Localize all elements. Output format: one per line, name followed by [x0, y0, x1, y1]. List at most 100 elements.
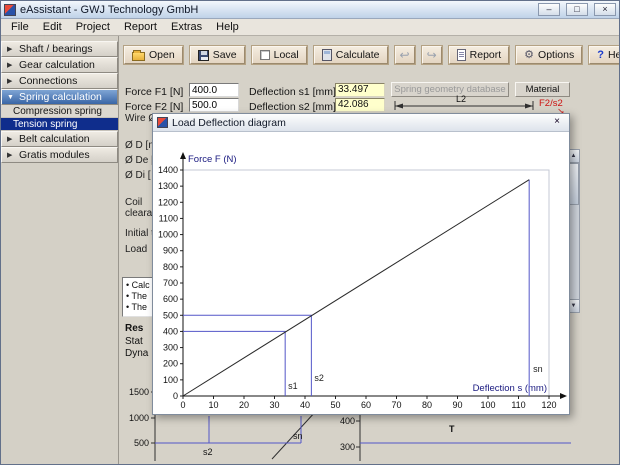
question-icon: ? — [597, 48, 604, 61]
svg-text:50: 50 — [330, 400, 340, 410]
save-label: Save — [212, 49, 237, 61]
sidebar-item-belt-calculation[interactable]: ▶ Belt calculation — [1, 131, 118, 147]
svg-text:110: 110 — [511, 400, 525, 410]
sidebar-item-label: Gratis modules — [19, 149, 90, 161]
tick-label: 1000 — [129, 413, 149, 423]
dialog-title: Load Deflection diagram — [172, 116, 286, 129]
svg-text:100: 100 — [163, 375, 178, 385]
app-window: eAssistant - GWJ Technology GmbH – □ × F… — [0, 0, 620, 465]
svg-text:600: 600 — [163, 294, 178, 304]
load-deflection-dialog: Load Deflection diagram × 0 10 20 30 40 50 60 7… — [152, 113, 570, 415]
force-f2-input[interactable] — [189, 98, 239, 112]
minimize-button[interactable]: – — [538, 3, 560, 16]
svg-text:90: 90 — [452, 400, 462, 410]
sidebar-item-label: Connections — [19, 75, 78, 87]
svg-text:400: 400 — [163, 326, 178, 336]
diskette-icon — [197, 49, 209, 61]
diameter-di-label: Ø Di [ — [125, 170, 151, 181]
s2-marker-label: s2 — [203, 447, 213, 457]
sidebar-item-gratis-modules[interactable]: ▶ Gratis modules — [1, 147, 118, 163]
sidebar-item-shaft-bearings[interactable]: ▶ Shaft / bearings — [1, 41, 118, 57]
menu-project[interactable]: Project — [69, 20, 117, 34]
svg-text:1300: 1300 — [158, 181, 178, 191]
svg-text:500: 500 — [163, 310, 178, 320]
svg-text:0: 0 — [180, 400, 185, 410]
svg-text:200: 200 — [163, 359, 178, 369]
menu-file[interactable]: File — [4, 20, 36, 34]
l2-label: L2 — [456, 94, 466, 104]
undo-button[interactable]: ↩ — [393, 45, 416, 65]
close-button[interactable]: × — [594, 3, 616, 16]
gear-icon: ⚙ — [524, 48, 535, 61]
dialog-title-bar[interactable]: Load Deflection diagram × — [153, 114, 569, 132]
initial-tension-label: Initial t — [125, 228, 154, 239]
expand-arrow-icon: ▶ — [7, 78, 13, 85]
redo-icon: ↪ — [426, 48, 437, 62]
maximize-button[interactable]: □ — [566, 3, 588, 16]
svg-text:s1: s1 — [288, 381, 298, 391]
menu-report[interactable]: Report — [117, 20, 164, 34]
sidebar-item-connections[interactable]: ▶ Connections — [1, 73, 118, 89]
collapse-arrow-icon: ▼ — [7, 93, 14, 101]
deflection-s1-label: Deflection s1 [mm] — [249, 86, 336, 98]
tick-label: 300 — [340, 442, 355, 452]
sidebar-item-label: Tension spring — [13, 118, 78, 130]
sidebar-item-spring-calculation[interactable]: ▼ Spring calculation — [1, 89, 118, 105]
report-label: Report — [469, 49, 502, 61]
svg-text:40: 40 — [300, 400, 310, 410]
menu-edit[interactable]: Edit — [36, 20, 69, 34]
calculate-label: Calculate — [335, 49, 380, 61]
force-f1-label: Force F1 [N] — [125, 86, 184, 98]
svg-text:60: 60 — [361, 400, 371, 410]
deflection-s2-output: 42.086 — [335, 98, 385, 112]
svg-text:30: 30 — [269, 400, 279, 410]
load-label: Load — [125, 244, 148, 255]
report-button[interactable]: Report — [447, 45, 511, 65]
force-f1-input[interactable] — [189, 83, 239, 97]
results-line-dynamic: Dyna — [125, 348, 149, 359]
help-label: Help — [607, 49, 619, 61]
deflection-s1-output: 33.497 — [335, 83, 385, 97]
window-title: eAssistant - GWJ Technology GmbH — [20, 3, 199, 16]
svg-text:1200: 1200 — [158, 197, 178, 207]
sidebar-item-gear-calculation[interactable]: ▶ Gear calculation — [1, 57, 118, 73]
results-line-static: Stat — [125, 336, 143, 347]
svg-text:700: 700 — [163, 278, 178, 288]
checkbox-icon[interactable] — [259, 50, 270, 60]
svg-text:900: 900 — [163, 246, 178, 256]
help-button[interactable]: ? Help — [588, 45, 619, 65]
app-icon — [4, 3, 16, 16]
svg-text:300: 300 — [163, 343, 178, 353]
menu-extras[interactable]: Extras — [164, 20, 209, 34]
svg-text:100: 100 — [480, 400, 495, 410]
sidebar-item-label: Compression spring — [13, 105, 102, 117]
sidebar-item-tension-spring[interactable]: Tension spring — [1, 118, 118, 131]
sidebar: ▶ Shaft / bearings ▶ Gear calculation ▶ … — [1, 36, 119, 464]
sidebar-item-label: Shaft / bearings — [19, 43, 93, 55]
svg-text:800: 800 — [163, 262, 178, 272]
title-bar[interactable]: eAssistant - GWJ Technology GmbH – □ × — [1, 1, 619, 19]
load-deflection-chart: 0 10 20 30 40 50 60 70 80 90 100 110 120010020030040… — [158, 152, 567, 410]
l2-dimension-line: L2 — [394, 94, 534, 110]
options-button[interactable]: ⚙ Options — [515, 45, 584, 65]
svg-text:20: 20 — [239, 400, 249, 410]
deflection-s2-label: Deflection s2 [mm] — [249, 101, 336, 113]
redo-button[interactable]: ↪ — [420, 45, 443, 65]
open-button[interactable]: Open — [123, 45, 184, 65]
svg-text:70: 70 — [391, 400, 401, 410]
calculate-button[interactable]: Calculate — [312, 45, 389, 65]
sidebar-item-label: Belt calculation — [19, 133, 90, 145]
save-button[interactable]: Save — [188, 45, 246, 65]
sidebar-item-label: Spring calculation — [19, 91, 102, 103]
expand-arrow-icon: ▶ — [7, 152, 13, 159]
undo-icon: ↩ — [399, 48, 410, 62]
sn-marker-label: sn — [293, 431, 303, 441]
tick-label: 500 — [134, 438, 149, 448]
folder-icon — [132, 49, 145, 61]
local-checkbox[interactable]: Local — [250, 45, 308, 65]
background-chart-right-fragment: 400 300 T — [340, 411, 571, 461]
menu-help[interactable]: Help — [209, 20, 246, 34]
results-heading: Res — [125, 323, 144, 334]
dialog-close-button[interactable]: × — [549, 116, 565, 129]
sidebar-item-compression-spring[interactable]: Compression spring — [1, 105, 118, 118]
